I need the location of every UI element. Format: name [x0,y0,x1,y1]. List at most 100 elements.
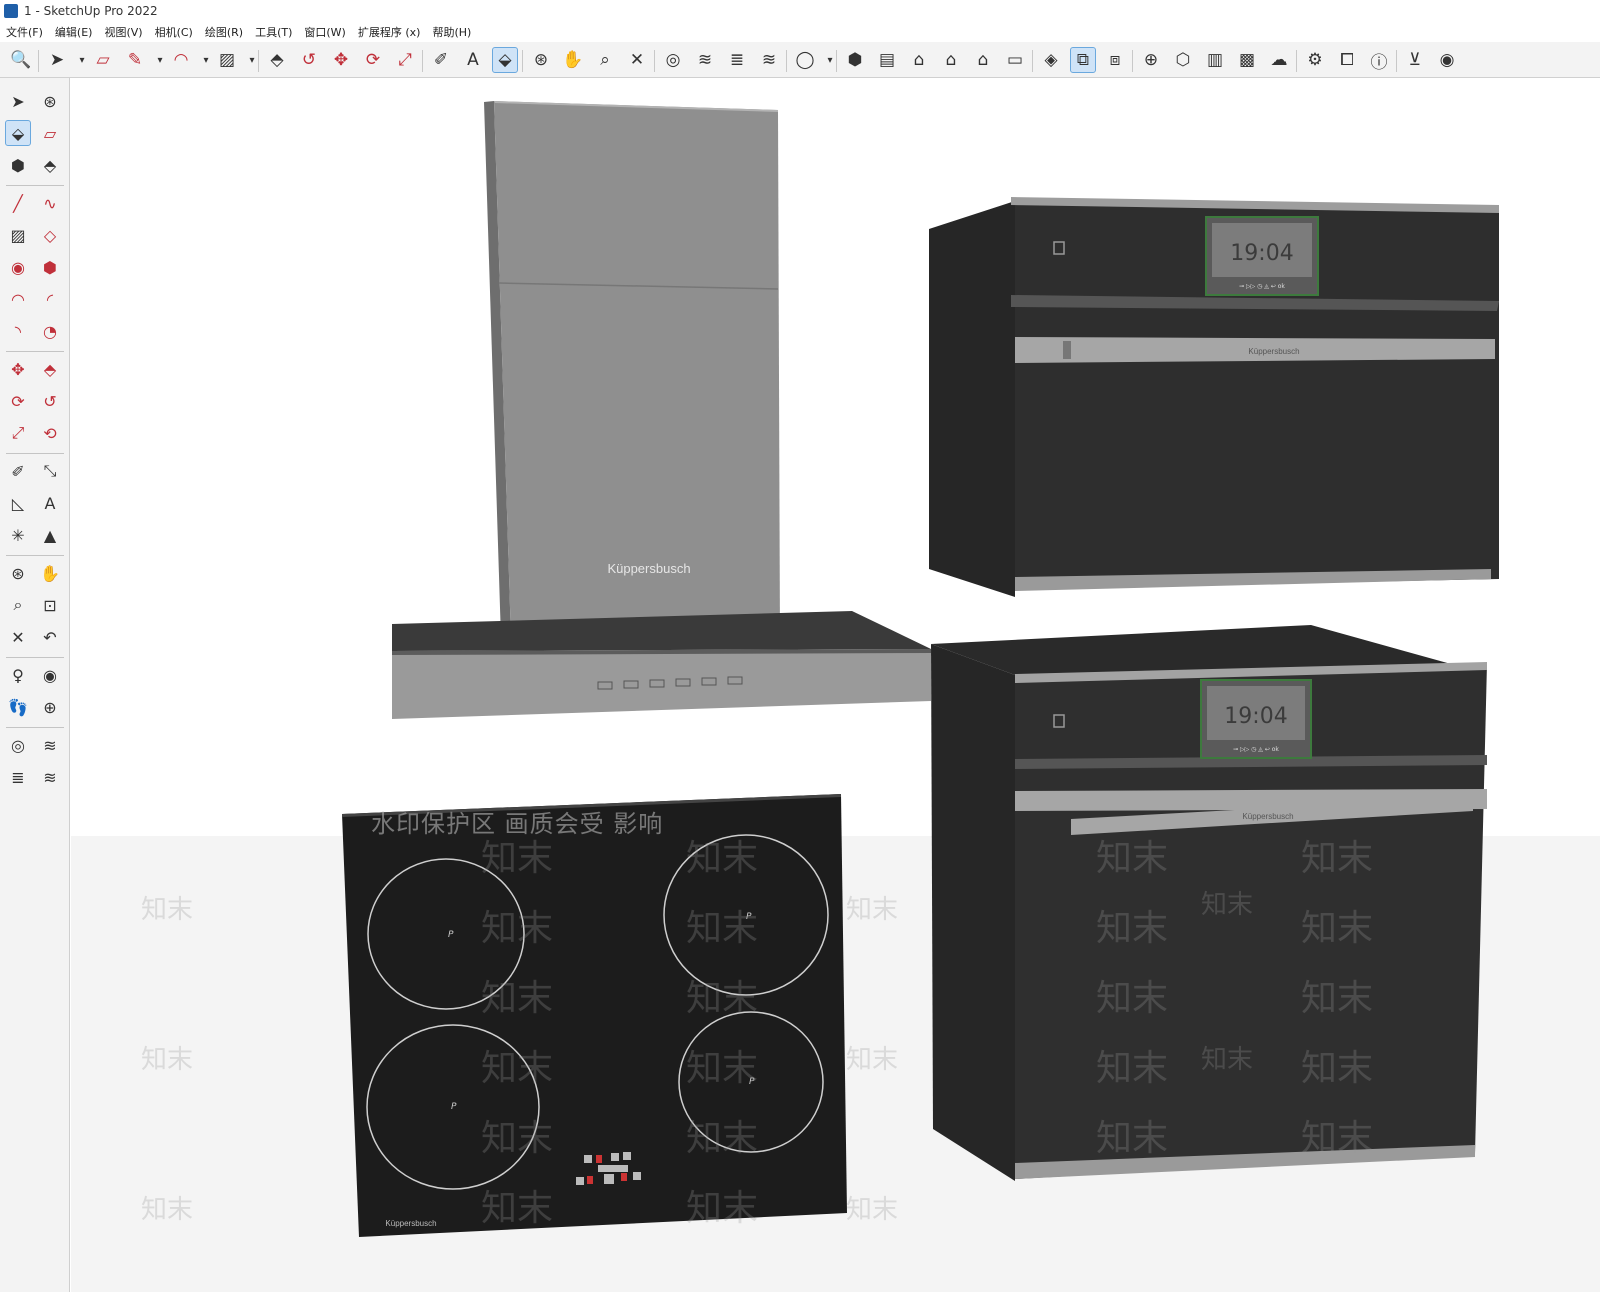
zoom-icon[interactable]: ⌕ [5,592,31,618]
push-pull-button-10[interactable]: ⬘ [264,47,290,73]
menu-item-0[interactable]: 文件(F) [6,24,43,40]
dropdown-button-9[interactable]: ▾ [246,47,258,73]
pie-icon[interactable]: ◔ [37,318,63,344]
styles-button-38[interactable]: ⬡ [1170,47,1196,73]
circle-icon[interactable]: ◉ [5,254,31,280]
menu-item-2[interactable]: 视图(V) [104,24,142,40]
menu-item-7[interactable]: 扩展程序 (x) [358,24,421,40]
solid-tools-button-34[interactable]: ◈ [1038,47,1064,73]
pan-button-19[interactable]: ✋ [560,47,586,73]
tag-icon[interactable]: ⬘ [37,152,63,178]
back-view-button-32[interactable]: ⌂ [970,47,996,73]
freehand-icon[interactable]: ∿ [37,190,63,216]
3d-text-icon[interactable]: ▲ [37,522,63,548]
text-button-16[interactable]: A [460,47,486,73]
info-button-44[interactable]: ⓘ [1366,47,1392,73]
menu-item-5[interactable]: 工具(T) [255,24,292,40]
induction-hob[interactable]: P P P P Küppersbusch [342,794,847,1237]
menu-item-8[interactable]: 帮助(H) [432,24,471,40]
warehouse-button-22[interactable]: ◎ [660,47,686,73]
dimension-icon[interactable]: ⤡ [37,458,63,484]
right-view-button-31[interactable]: ⌂ [938,47,964,73]
polygon-icon[interactable]: ⬢ [37,254,63,280]
rotate-icon[interactable]: ⟳ [5,388,31,414]
two-point-arc-icon[interactable]: ◜ [37,286,63,312]
three-point-arc-icon[interactable]: ◝ [5,318,31,344]
match-photo-button-40[interactable]: ▩ [1234,47,1260,73]
tape-measure-button-15[interactable]: ✐ [428,47,454,73]
pencil-button-4[interactable]: ✎ [122,47,148,73]
orbit-button-18[interactable]: ⊛ [528,47,554,73]
move-icon[interactable]: ✥ [5,356,31,382]
modeling-viewport[interactable]: Küppersbusch 19:04 ⊸ ▷▷ ◷ ◬ ↩ ok Küppers… [71,79,1600,1292]
range-hood[interactable]: Küppersbusch [392,101,931,719]
dynamic-component-button-43[interactable]: ⧠ [1334,47,1360,73]
previous-view-icon[interactable]: ↶ [37,624,63,650]
front-view-button-30[interactable]: ⌂ [906,47,932,73]
cart-button-45[interactable]: ⊻ [1402,47,1428,73]
orbit-icon[interactable]: ⊛ [37,88,63,114]
zoom-button-0[interactable]: 🔍 [8,47,34,73]
arc-icon[interactable]: ◠ [5,286,31,312]
zoom-extents-button-21[interactable]: ✕ [624,47,650,73]
eraser-icon[interactable]: ▱ [37,120,63,146]
add-location-button-37[interactable]: ⊕ [1138,47,1164,73]
iso-view-button-28[interactable]: ⬢ [842,47,868,73]
user-button-46[interactable]: ◉ [1434,47,1460,73]
top-view-button-29[interactable]: ▤ [874,47,900,73]
offset-icon[interactable]: ⟲ [37,420,63,446]
select-button-1[interactable]: ➤ [44,47,70,73]
section-plane-icon[interactable]: ⊕ [37,694,63,720]
rotate-button-13[interactable]: ⟳ [360,47,386,73]
push-pull-icon[interactable]: ⬘ [37,356,63,382]
extension-warehouse-icon[interactable]: ≋ [37,732,63,758]
zoom-tool-button-20[interactable]: ⌕ [592,47,618,73]
dropdown-button-2[interactable]: ▾ [76,47,88,73]
cloud-button-41[interactable]: ☁ [1266,47,1292,73]
menu-item-1[interactable]: 编辑(E) [55,24,93,40]
outer-shell-button-35[interactable]: ⧉ [1070,47,1096,73]
share-icon[interactable]: ≋ [37,764,63,790]
scale-button-14[interactable]: ⤢ [392,47,418,73]
follow-me-button-11[interactable]: ↺ [296,47,322,73]
paint-bucket-icon[interactable]: ⬙ [5,120,31,146]
dropdown-button-5[interactable]: ▾ [154,47,166,73]
warehouse-icon[interactable]: ◎ [5,732,31,758]
menu-item-6[interactable]: 窗口(W) [304,24,345,40]
section-button-36[interactable]: ⧈ [1102,47,1128,73]
zoom-window-icon[interactable]: ⊡ [37,592,63,618]
account-button-26[interactable]: ◯ [792,47,818,73]
component-icon[interactable]: ⬢ [5,152,31,178]
rotated-rectangle-icon[interactable]: ◇ [37,222,63,248]
select-icon[interactable]: ➤ [5,88,31,114]
paint-bucket-button-17[interactable]: ⬙ [492,47,518,73]
settings-button-42[interactable]: ⚙ [1302,47,1328,73]
look-around-icon[interactable]: ◉ [37,662,63,688]
sandbox-button-25[interactable]: ≋ [756,47,782,73]
menu-item-3[interactable]: 相机(C) [155,24,193,40]
rectangle-button-8[interactable]: ▨ [214,47,240,73]
scale-icon[interactable]: ⤢ [5,420,31,446]
arc-button-6[interactable]: ◠ [168,47,194,73]
position-camera-icon[interactable]: ♀ [5,662,31,688]
axes-icon[interactable]: ✳ [5,522,31,548]
dropdown-button-7[interactable]: ▾ [200,47,212,73]
orbit-tool-icon[interactable]: ⊛ [5,560,31,586]
layers-button-24[interactable]: ≣ [724,47,750,73]
tape-measure-icon[interactable]: ✐ [5,458,31,484]
menu-item-4[interactable]: 绘图(R) [205,24,243,40]
zoom-extents-icon[interactable]: ✕ [5,624,31,650]
oven-top[interactable]: 19:04 ⊸ ▷▷ ◷ ◬ ↩ ok Küppersbusch [929,197,1499,597]
walk-icon[interactable]: 👣 [5,694,31,720]
dropdown-button-27[interactable]: ▾ [824,47,836,73]
pan-icon[interactable]: ✋ [37,560,63,586]
shadow-button-39[interactable]: ▥ [1202,47,1228,73]
line-icon[interactable]: ╱ [5,190,31,216]
rectangle-icon[interactable]: ▨ [5,222,31,248]
text-icon[interactable]: A [37,490,63,516]
eraser-button-3[interactable]: ▱ [90,47,116,73]
move-button-12[interactable]: ✥ [328,47,354,73]
extension-button-23[interactable]: ≋ [692,47,718,73]
follow-me-icon[interactable]: ↺ [37,388,63,414]
left-view-button-33[interactable]: ▭ [1002,47,1028,73]
